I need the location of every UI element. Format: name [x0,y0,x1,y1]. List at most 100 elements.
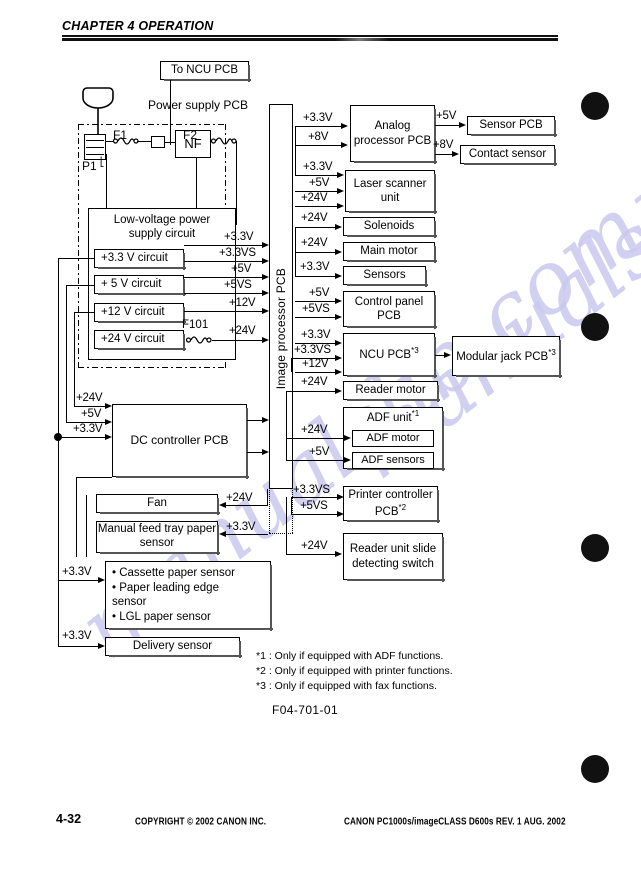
rl-feed-line [295,175,339,176]
figure-number: F04-701-01 [272,703,339,717]
ncu-pcb-label: NCU PCB*3 [359,346,419,362]
rl-voltage-label: +5V [309,177,330,189]
rl-feed-line [295,372,337,373]
rail-line [184,293,264,294]
f1-wire-out [137,141,151,142]
rl-feed-line [295,145,343,146]
rail-line [184,277,264,278]
right-tie-rail [286,391,287,461]
rail-label: +3.3VS [219,247,256,259]
ipc-dotted-edge [292,420,293,533]
rl-feed-arrow [341,122,348,129]
fan-feed-v [267,489,268,506]
header-rule [62,35,558,37]
rl-voltage-label: +5VS [302,303,330,315]
left-rail [58,437,59,647]
rail-label: +24V [229,325,256,337]
rl-feed-arrow [335,223,342,230]
sensors-box: Sensors [343,266,428,287]
image-processor-pcb-label: Image processor PCB [274,268,288,390]
manual-tray-voltage-label: +3.3V [226,521,256,533]
ipc-dotted-edge [269,533,293,534]
modular-jack-pcb-note: *3 [548,347,556,357]
bus-24v [74,312,75,407]
rl-feed-line [286,438,346,439]
sensor-pcb-feed-line [435,125,461,126]
adf-unit-label: ADF unit*1 [366,409,419,425]
adf-sensors-box: ADF sensors [352,452,434,469]
printer-controller-pcb-label: Printer controller PCB*2 [344,488,437,519]
rl-voltage-label: +3.3V [300,261,330,273]
rl-feed-arrow [335,387,342,394]
rl-feed-arrow [344,456,351,463]
rl-feed-line [295,301,337,302]
sensors-label: Sensors [363,269,406,282]
adf-unit-name: ADF unit [366,411,412,424]
rl-feed-line [286,460,346,461]
header-rule-shadow [62,38,558,41]
control-panel-pcb-label: Control panel PCB [354,295,424,322]
rl-feed-line [295,252,337,253]
footnote-1: *1 : Only if equipped with ADF functions… [256,650,444,662]
printer-controller-pcb-note: *2 [398,502,407,512]
rl-feed-arrow [337,187,344,194]
f101-fuse-icon [186,336,212,344]
rl-feed-arrow [335,354,342,361]
bus-5v [66,285,67,423]
reader-unit-slide-switch-box: Reader unit slide detecting switch [343,533,445,582]
right-tie-rail [291,497,292,515]
sensor-pcb-feed-arrow [459,121,466,128]
dc-input-label: +5V [81,408,102,420]
lv-circuit-12v: +12 V circuit [94,303,186,324]
delivery-sensor-feed-line [58,646,100,647]
contact-sensor-box: Contact sensor [460,145,557,166]
delivery-sensor-label: Delivery sensor [132,640,213,653]
delivery-sensor-box: Delivery sensor [105,637,242,658]
reader-unit-slide-switch-label: Reader unit slide detecting switch [349,543,437,570]
modular-jack-pcb-label: Modular jack PCB*3 [456,348,556,364]
sensor-pcb-voltage-label: +5V [436,110,457,122]
dc-out-arrow [262,416,269,423]
fan-label: Fan [147,497,167,510]
rl-voltage-label: +24V [301,540,328,552]
lv-circuit-label: + 5 V circuit [101,278,162,291]
binding-dot [581,755,609,783]
rl-feed-arrow [335,297,342,304]
main-motor-box: Main motor [343,242,437,263]
rl-feed-line [286,391,337,392]
p1-pin [86,140,104,141]
rl-feed-line [286,554,337,555]
rl-voltage-label: +5V [309,287,330,299]
rail-label: +5V [231,263,252,275]
rl-voltage-label: +5V [309,446,330,458]
control-panel-pcb-box: Control panel PCB [343,291,437,329]
rl-voltage-label: +12V [302,358,329,370]
rail-arrow [262,289,269,296]
left-rail-2 [76,477,77,557]
rl-voltage-label: +3.3V [303,161,333,173]
manual-page: manualslib.com manualslib.com CHAPTER 4 … [0,0,641,890]
laser-scanner-unit-box: Laser scanner unit [345,170,437,214]
manual-tray-feed-line [224,534,268,535]
power-supply-pcb-label: Power supply PCB [148,98,249,112]
binding-dot [581,92,609,120]
rail-line [184,245,264,246]
rl-feed-line [295,227,337,228]
fan-feed-line [224,505,268,506]
rl-feed-arrow [335,339,342,346]
rl-feed-arrow [337,510,344,517]
p1-pin [86,147,104,148]
rl-feed-arrow [344,434,351,441]
rl-voltage-label: +3.3VS [293,484,330,496]
rail-arrow [262,273,269,280]
right-tie-rail [291,358,292,372]
fan-voltage-label: +24V [226,492,253,504]
f101-label: F101 [182,319,209,331]
rail-line [184,311,264,312]
paper-sensors-feed-arrow [98,576,105,583]
adf-motor-label: ADF motor [366,432,420,445]
rl-voltage-label: +8V [308,131,329,143]
ncu-pcb-note: *3 [411,346,419,356]
printer-controller-pcb-box: Printer controller PCB*2 [343,486,440,523]
lv-circuit-5v: + 5 V circuit [94,275,186,296]
